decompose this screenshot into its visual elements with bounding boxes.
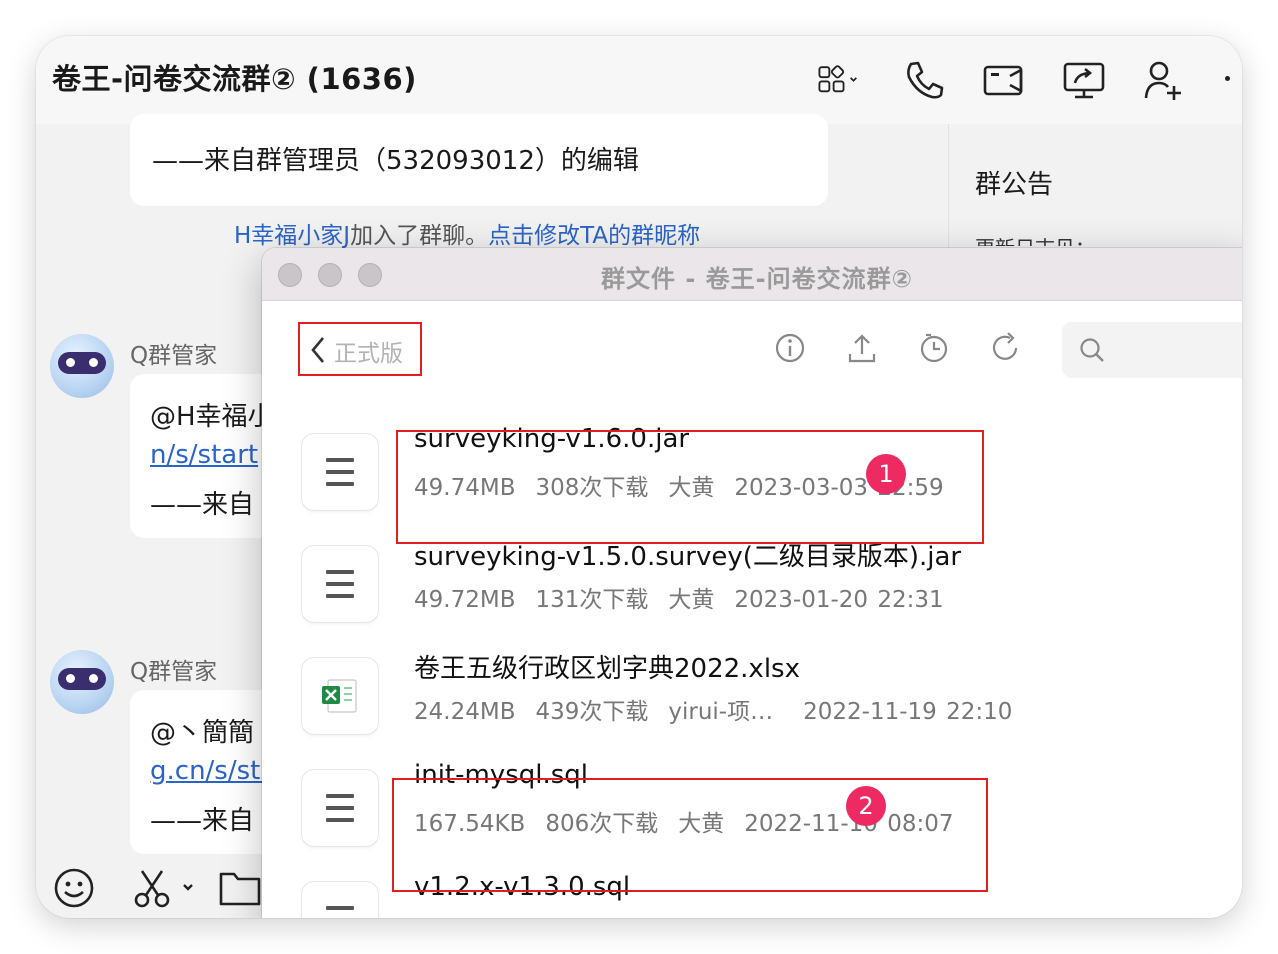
phone-call-icon[interactable] <box>902 58 946 102</box>
system-join-notice: H幸福小家J加入了群聊。点击修改TA的群昵称 <box>234 216 700 250</box>
apps-grid-icon[interactable] <box>818 58 880 102</box>
group-files-window: 群文件 - 卷王-问卷交流群② 正式版 surveyking-v1.6.0.ja… <box>262 248 1242 918</box>
message-bubble: ——来自群管理员（532093012）的编辑 <box>130 114 828 206</box>
window-titlebar: 群文件 - 卷王-问卷交流群② <box>262 248 1242 301</box>
edit-nickname-link[interactable]: 点击修改TA的群昵称 <box>488 223 700 249</box>
file-meta: 49.72MB 131次下载 大黄 2023-01-20 22:31 <box>414 587 944 613</box>
file-meta: 24.24MB 439次下载 yirui-项… 2022-11-19 22:10 <box>414 699 1013 725</box>
file-name: 卷王五级行政区划字典2022.xlsx <box>414 654 800 684</box>
message-link[interactable]: g.cn/s/sta <box>150 756 276 786</box>
chat-app-window: 卷王-问卷交流群② (1636) ——来自群管理员（532093012）的编辑 … <box>36 36 1242 918</box>
excel-icon <box>302 658 378 734</box>
joined-text: 加入了群聊。 <box>350 223 489 249</box>
step-badge: 1 <box>866 454 906 494</box>
folder-name: 正式版 <box>334 341 403 367</box>
sender-name: Q群管家 <box>130 343 218 369</box>
window-title: 群文件 - 卷王-问卷交流群② <box>601 265 913 293</box>
refresh-icon[interactable] <box>988 330 1024 366</box>
screen-share-icon[interactable] <box>1062 58 1106 102</box>
chevron-left-icon <box>311 337 324 363</box>
message-text: @丶簡簡 <box>150 718 255 748</box>
add-member-icon[interactable] <box>1142 58 1186 102</box>
message-link[interactable]: n/s/start <box>150 440 258 470</box>
sender-name: Q群管家 <box>130 659 218 685</box>
chat-title: 卷王-问卷交流群② (1636) <box>52 62 417 96</box>
message-text: ——来自群管理员（532093012）的编辑 <box>152 146 639 176</box>
file-row[interactable]: surveyking-v1.5.0.survey(二级目录版本).jar 49.… <box>302 532 1002 632</box>
step-badge: 2 <box>846 786 886 826</box>
file-generic-icon <box>302 770 378 846</box>
joined-member-name[interactable]: H幸福小家J <box>234 223 350 249</box>
file-generic-icon <box>302 434 378 510</box>
highlight-box <box>392 778 988 892</box>
search-icon <box>1080 338 1104 362</box>
info-icon[interactable] <box>772 330 808 366</box>
avatar[interactable] <box>50 334 114 398</box>
upload-icon[interactable] <box>844 330 880 366</box>
more-icon[interactable] <box>1225 76 1230 81</box>
file-generic-icon <box>302 546 378 622</box>
screenshot-scissors-icon[interactable] <box>132 866 198 914</box>
folder-icon[interactable] <box>218 866 262 914</box>
history-clock-icon[interactable] <box>916 330 952 366</box>
file-search-input[interactable] <box>1062 322 1242 378</box>
announcement-title: 群公告 <box>975 170 1054 200</box>
chat-header: 卷王-问卷交流群② (1636) <box>36 36 1242 125</box>
file-row[interactable]: 卷王五级行政区划字典2022.xlsx 24.24MB 439次下载 yirui-项… <box>302 644 1012 744</box>
avatar[interactable] <box>50 650 114 714</box>
video-call-icon[interactable] <box>982 58 1026 102</box>
message-text: ——来自 <box>150 490 255 520</box>
emoji-icon[interactable] <box>52 866 96 914</box>
back-to-folder-button[interactable]: 正式版 <box>298 322 422 376</box>
message-text: @H幸福小 <box>150 402 274 432</box>
announcement-text: 更新日志见： <box>975 232 1175 246</box>
file-generic-icon <box>302 882 378 918</box>
message-text: ——来自 <box>150 806 255 836</box>
